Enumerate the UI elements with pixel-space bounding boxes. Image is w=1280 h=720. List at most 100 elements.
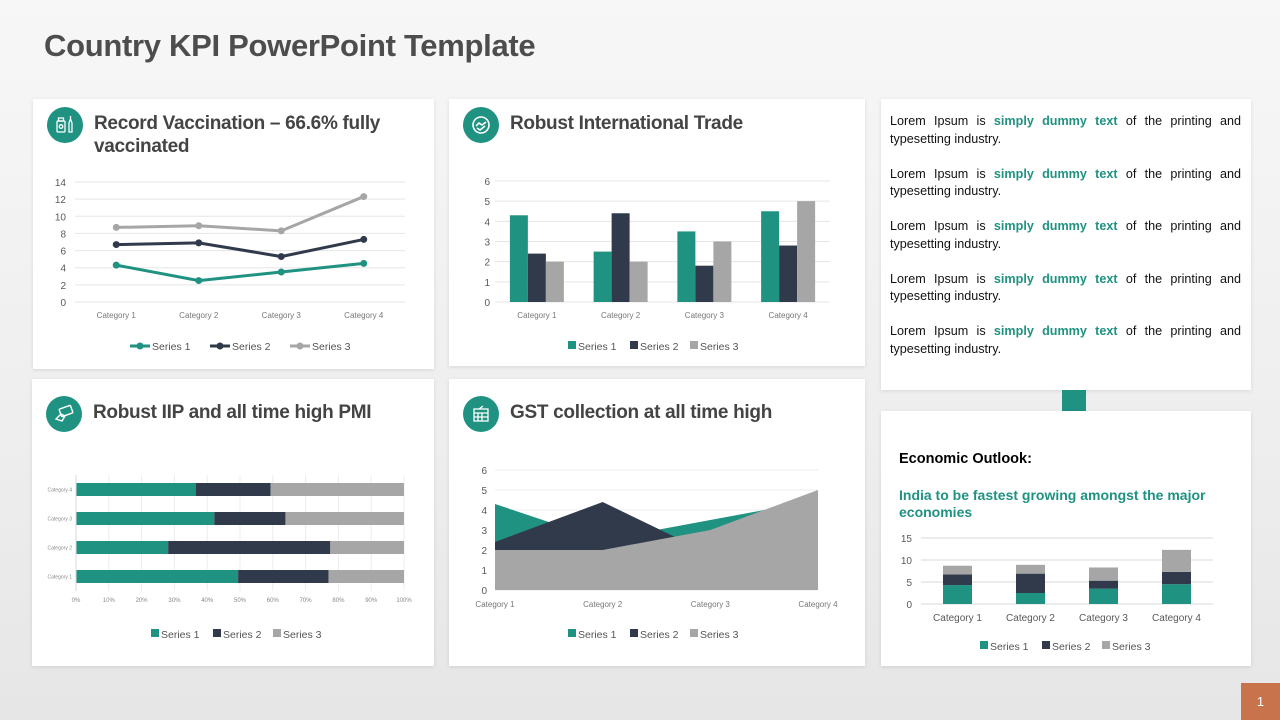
bar-segment xyxy=(76,483,196,496)
paragraph-text: Lorem Ipsum is xyxy=(890,219,994,234)
bar-segment xyxy=(330,541,404,554)
y-tick-label: 4 xyxy=(484,217,490,228)
bar-segment xyxy=(1016,564,1045,574)
y-tick-label: 0 xyxy=(484,298,490,309)
bar-segment xyxy=(1089,567,1118,581)
card-trade: Robust International Trade 0 1 2 3 4 5 6 Catego… xyxy=(449,99,865,366)
data-point xyxy=(277,268,285,276)
legend-marker xyxy=(136,342,144,350)
y-tick-label: 2 xyxy=(60,281,66,292)
bar-segment xyxy=(76,541,169,554)
bar-segment xyxy=(76,570,239,583)
x-tick-label: 80% xyxy=(332,598,345,604)
paragraph-highlight: simply dummy text xyxy=(993,166,1118,181)
legend-label: Series 2 xyxy=(232,341,271,353)
y-tick-label: 12 xyxy=(55,195,67,206)
bar xyxy=(611,213,630,302)
x-tick-label: Category 3 xyxy=(262,311,302,320)
legend-swatch xyxy=(273,629,281,637)
series-line-2 xyxy=(116,237,365,259)
x-tick-label: Category 4 xyxy=(798,600,838,609)
y-tick-label: 4 xyxy=(481,506,487,517)
x-tick-label: Category 2 xyxy=(1006,613,1055,624)
card-iip: Robust IIP and all time high PMI 0% 10% 20… xyxy=(32,379,434,666)
bar-segment xyxy=(1089,588,1118,604)
paragraph-highlight: simply dummy text xyxy=(993,114,1118,128)
y-tick-label: 0 xyxy=(481,586,487,597)
bar xyxy=(593,251,612,302)
legend-label: Series 2 xyxy=(223,629,262,641)
x-tick-label: Category 2 xyxy=(179,311,219,320)
x-tick-label: Category 4 xyxy=(1152,613,1201,624)
x-tick-label: 100% xyxy=(396,598,412,604)
paragraph-highlight: simply dummy text xyxy=(993,324,1118,339)
x-tick-label: 50% xyxy=(234,598,247,604)
series-line-3 xyxy=(116,195,365,233)
legend-swatch xyxy=(213,629,221,637)
x-tick-label: 10% xyxy=(103,598,116,604)
y-tick-label: 10 xyxy=(55,212,67,223)
data-point xyxy=(112,241,120,249)
data-point xyxy=(195,239,203,247)
series-line-1 xyxy=(115,261,364,283)
y-tick-label: 4 xyxy=(60,264,66,275)
legend-swatch xyxy=(690,341,698,349)
data-point xyxy=(360,235,368,243)
legend-label: Series 3 xyxy=(700,341,739,353)
bar xyxy=(545,261,564,302)
bar-segment xyxy=(238,570,329,583)
y-tick-label: 6 xyxy=(481,466,487,477)
bar xyxy=(713,241,732,302)
legend-marker xyxy=(296,342,304,350)
text-panel: Lorem Ipsum is simply dummy text of the … xyxy=(881,99,1251,390)
legend-label: Series 1 xyxy=(161,629,200,641)
y-tick-label: 6 xyxy=(484,177,490,188)
bar-segment xyxy=(214,512,286,525)
iip-stacked-percent-chart: 0% 10% 20% 30% 40% 50% 60% 70% 80% 90% 100% Categor… xyxy=(48,475,412,641)
x-tick-label: 90% xyxy=(365,598,378,604)
data-point xyxy=(112,223,120,231)
bar xyxy=(779,245,798,302)
bar-segment xyxy=(1162,549,1191,572)
legend-label: Series 2 xyxy=(640,629,679,641)
legend-swatch xyxy=(690,629,698,637)
x-tick-label: 20% xyxy=(136,598,149,604)
x-tick-label: Category 2 xyxy=(583,600,623,609)
gst-area-chart: 0 1 2 3 4 5 6 Category 1 Category 2 Category 3 Cat… xyxy=(475,466,838,641)
legend-swatch xyxy=(1102,641,1110,649)
bar xyxy=(695,265,714,302)
bar xyxy=(527,253,546,302)
legend-swatch xyxy=(630,629,638,637)
y-tick-label: 2 xyxy=(484,258,490,269)
legend-label: Series 3 xyxy=(283,629,322,641)
x-tick-label: Category 1 xyxy=(475,600,515,609)
legend-label: Series 3 xyxy=(700,629,739,641)
text-paragraph: Lorem Ipsum is simply dummy text of the … xyxy=(890,323,1241,358)
bar-segment xyxy=(1162,584,1191,604)
x-tick-label: Category 3 xyxy=(691,600,731,609)
vaccination-line-chart: 0 2 4 6 8 10 12 14 Category 1 Category 2 Category … xyxy=(55,178,405,353)
text-paragraph: Lorem Ipsum is simply dummy text of the … xyxy=(890,113,1241,148)
bar-segment xyxy=(196,483,271,496)
bar-segment xyxy=(270,483,404,496)
bar xyxy=(677,231,696,302)
bar-segment xyxy=(1016,593,1045,604)
bar xyxy=(797,201,816,302)
x-tick-label: Category 1 xyxy=(97,311,137,320)
x-tick-label: 40% xyxy=(201,598,214,604)
x-tick-label: Category 4 xyxy=(769,311,809,320)
y-tick-label: 8 xyxy=(60,229,66,240)
y-tick-label: 10 xyxy=(901,556,913,567)
y-tick-label: Category 4 xyxy=(48,488,73,494)
data-point xyxy=(195,222,203,230)
card-gst: GST collection at all time high 0123456C… xyxy=(449,379,865,666)
data-point xyxy=(277,227,285,235)
y-tick-label: 6 xyxy=(60,247,66,258)
x-tick-label: 30% xyxy=(168,598,181,604)
y-tick-label: 3 xyxy=(481,526,487,537)
y-tick-label: 2 xyxy=(481,546,487,557)
bar xyxy=(761,211,780,302)
x-tick-label: Category 1 xyxy=(517,311,557,320)
x-tick-label: Category 4 xyxy=(344,311,384,320)
bar-segment xyxy=(1016,573,1045,593)
